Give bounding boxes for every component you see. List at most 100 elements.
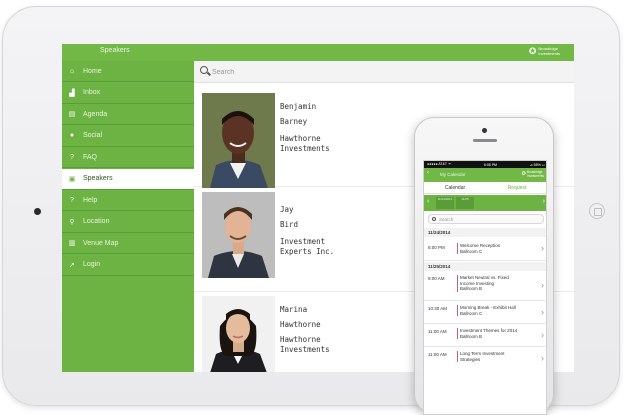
sidebar-item-faq[interactable]: ? FAQ [62, 147, 194, 168]
event-details: Long Term Investment Strategies [457, 351, 532, 363]
login-icon: ➚ [69, 261, 75, 269]
phone-camera [482, 128, 487, 133]
sidebar-item-inbox[interactable]: ▟ Inbox [62, 83, 194, 104]
event-time: 6:00 PM [428, 245, 445, 250]
sidebar-item-label: Agenda [83, 110, 108, 118]
logo-mark-icon: ✪ [528, 46, 537, 56]
event-details: Market Neutral vs. Fixed Income Investin… [457, 275, 532, 292]
chevron-right-icon: › [541, 353, 544, 363]
phone-screen: ●●●●● AT&T ᯤ 6:08 PM ⊿ 58% ▭ ‹ My Calend… [423, 160, 547, 415]
day-chip[interactable]: 11/25 [456, 197, 474, 209]
speaker-last-name: Hawthorne [280, 320, 321, 329]
faq-icon: ? [70, 153, 74, 161]
page-title: Speakers [100, 47, 130, 54]
social-icon: ● [69, 132, 75, 139]
speaker-last-name: Barney [280, 117, 308, 126]
brand-logo: ✪ Broadridge Investments [528, 46, 560, 56]
sidebar-item-label: FAQ [83, 153, 98, 161]
tablet-home-button[interactable] [589, 203, 605, 219]
event-details: Welcome Reception Ballroom C [457, 243, 532, 255]
sidebar-item-agenda[interactable]: ▤ Agenda [62, 104, 194, 125]
sidebar-item-label: Venue Map [83, 239, 119, 247]
sidebar-item-location[interactable]: ⚲ Location [62, 212, 194, 233]
logo-mark-icon: ✪ [521, 170, 526, 177]
speaker-company: Hawthorne [280, 134, 321, 143]
speakers-icon: ▣ [68, 175, 76, 183]
phone-page-title: My Calendar [440, 172, 466, 177]
inbox-icon: ▟ [69, 89, 75, 97]
tablet-camera [34, 208, 41, 215]
speaker-photo [202, 192, 275, 278]
speaker-photo [202, 296, 275, 372]
phone-tabs: Calendar Request [424, 182, 546, 194]
event-time: 9:00 AM [428, 276, 445, 281]
sidebar-item-label: Login [83, 261, 101, 268]
chevron-right-icon: › [541, 243, 544, 253]
sidebar-item-login[interactable]: ➚ Login [62, 255, 194, 276]
agenda-icon: ▤ [68, 111, 76, 118]
sidebar-item-speakers[interactable]: ▣ Speakers [62, 168, 194, 190]
phone-device: ●●●●● AT&T ᯤ 6:08 PM ⊿ 58% ▭ ‹ My Calend… [414, 117, 554, 415]
sidebar-item-label: Help [83, 196, 98, 204]
speaker-company: Investments [280, 144, 330, 153]
day-selector: ‹ 11/24/2014 11/25 › [424, 195, 546, 211]
chevron-left-icon[interactable]: ‹ [427, 198, 429, 205]
speaker-company: Investment [280, 237, 326, 246]
sidebar-item-help[interactable]: ? Help [62, 190, 194, 211]
chevron-right-icon: › [541, 330, 544, 340]
sidebar: ⌂ Home ▟ Inbox ▤ Agenda ● Social ? FAQ ▣… [62, 61, 194, 372]
chevron-right-icon[interactable]: › [543, 198, 545, 205]
day-chip[interactable]: 11/24/2014 [436, 197, 454, 209]
search-input[interactable] [212, 65, 552, 79]
event-time: 11:00 AM [428, 329, 447, 334]
tab-calendar[interactable]: Calendar [424, 182, 486, 193]
event-time: 11:00 AM [428, 352, 447, 357]
sidebar-item-label: Speakers [83, 175, 113, 182]
sidebar-item-label: Home [83, 67, 102, 75]
sidebar-item-label: Location [83, 218, 110, 225]
home-icon: ⌂ [69, 67, 75, 75]
speaker-first-name: Jay [280, 205, 294, 214]
speaker-last-name: Bird [280, 220, 299, 229]
phone-header: ‹ My Calendar ✪ Broadridge Investments [424, 168, 546, 182]
sidebar-item-social[interactable]: ● Social [62, 126, 194, 147]
status-bar: ●●●●● AT&T ᯤ 6:08 PM ⊿ 58% ▭ [424, 161, 546, 168]
back-icon[interactable]: ‹ [427, 170, 429, 176]
search-icon [432, 217, 436, 221]
phone-search-input[interactable] [439, 216, 539, 223]
event-time: 10:30 AM [428, 306, 448, 311]
list-item[interactable]: 9:00 AM Market Neutral vs. Fixed Income … [424, 272, 546, 301]
chevron-right-icon: › [541, 307, 544, 317]
phone-search-bar [428, 214, 544, 224]
status-time: 6:08 PM [483, 162, 497, 167]
speaker-photo [202, 93, 275, 188]
location-icon: ⚲ [69, 218, 75, 226]
list-item[interactable]: 11:00 AM Investment Themes for 2014 Ball… [424, 325, 546, 347]
list-item[interactable]: 6:00 PM Welcome Reception Ballroom C › [424, 238, 546, 261]
speaker-first-name: Marina [280, 305, 308, 314]
brand-logo: ✪ Broadridge Investments [521, 170, 544, 178]
speaker-company: Experts Inc. [280, 247, 335, 256]
sidebar-item-venue-map[interactable]: ▥ Venue Map [62, 233, 194, 254]
carrier-signal: ●●●●● AT&T ᯤ [427, 162, 452, 166]
date-header: 11/25/2014 [424, 262, 546, 271]
event-details: Investment Themes for 2014 Ballroom B [457, 328, 532, 340]
event-details: Morning Break - Exhibit Hall Ballroom C [457, 305, 532, 317]
battery-indicator: ⊿ 58% ▭ [529, 162, 545, 167]
search-bar [194, 61, 574, 83]
phone-earpiece [473, 139, 497, 142]
app-header: Speakers ✪ Broadridge Investments [62, 44, 574, 61]
date-header: 11/24/2014 [424, 228, 546, 237]
map-icon: ▥ [68, 240, 76, 247]
speaker-company: Investments [280, 345, 330, 354]
sidebar-item-label: Inbox [83, 89, 101, 96]
sidebar-item-home[interactable]: ⌂ Home [62, 61, 194, 82]
sidebar-item-label: Social [83, 132, 103, 139]
speaker-company: Hawthorne [280, 335, 321, 344]
speaker-first-name: Benjamin [280, 102, 317, 111]
tab-request[interactable]: Request [486, 182, 546, 193]
search-icon [200, 66, 208, 74]
list-item[interactable]: 11:00 AM Long Term Investment Strategies… [424, 348, 546, 370]
list-item[interactable]: 10:30 AM Morning Break - Exhibit Hall Ba… [424, 302, 546, 324]
help-icon: ? [70, 196, 74, 204]
